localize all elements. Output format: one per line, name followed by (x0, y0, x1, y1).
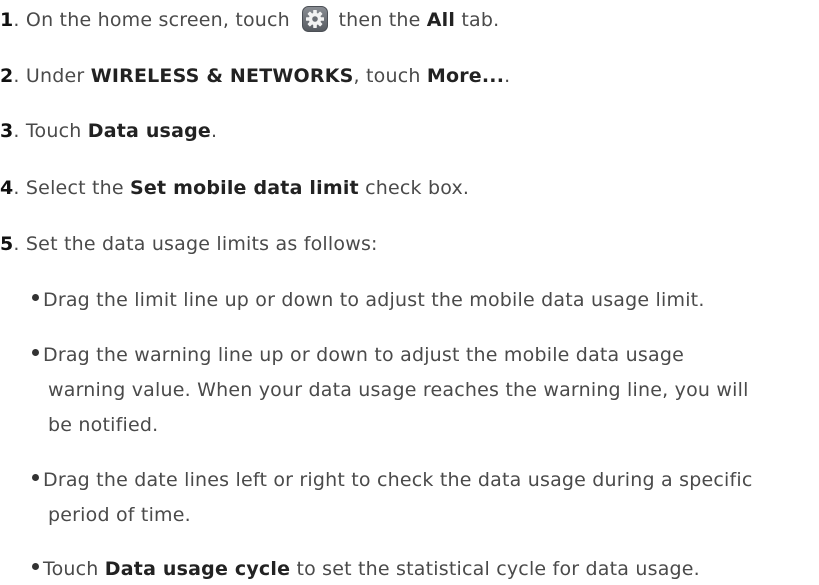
instruction-document: 1. On the home screen, touch then the Al… (0, 0, 819, 585)
step-text: tab. (461, 9, 500, 31)
bullet-icon (32, 563, 39, 570)
bullet-item-data-usage-cycle: Touch Data usage cycle to set the statis… (32, 556, 700, 582)
bullet-item-date-lines: Drag the date lines left or right to che… (32, 467, 753, 493)
step-text: Set the data usage limits as follows: (25, 233, 378, 255)
step-dot: . (13, 120, 20, 142)
bullet-icon (32, 474, 39, 481)
step-number: 5 (0, 233, 14, 255)
step-number: 3 (0, 120, 14, 142)
bullet-text: period of time. (48, 504, 191, 526)
step-dot: . (13, 9, 20, 31)
bullet-icon (32, 349, 39, 356)
bullet-continuation: be notified. (48, 412, 158, 438)
step-dot: . (13, 177, 20, 199)
step-text: Select the (25, 177, 124, 199)
bullet-continuation: period of time. (48, 502, 191, 528)
step-text: check box. (365, 177, 470, 199)
bullet-text: Touch (43, 558, 99, 580)
step-5: 5. Set the data usage limits as follows: (0, 231, 378, 257)
wireless-networks-label: WIRELESS & NETWORKS (90, 65, 354, 87)
bullet-icon (32, 294, 39, 301)
step-dot: . (13, 233, 20, 255)
bullet-text: warning value. When your data usage reac… (48, 379, 749, 401)
step-text: , touch (353, 65, 421, 87)
step-4: 4. Select the Set mobile data limit chec… (0, 175, 469, 201)
step-3: 3. Touch Data usage. (0, 118, 217, 144)
step-2: 2. Under WIRELESS & NETWORKS, touch More… (0, 63, 510, 89)
step-number: 1 (0, 9, 14, 31)
data-usage-cycle-label: Data usage cycle (104, 558, 291, 580)
bullet-text: Drag the warning line up or down to adju… (43, 344, 684, 366)
step-number: 2 (0, 65, 14, 87)
step-text: Touch (25, 120, 82, 142)
step-text: . (504, 65, 511, 87)
all-tab-label: All (426, 9, 456, 31)
set-mobile-data-limit-label: Set mobile data limit (130, 177, 359, 199)
step-dot: . (13, 65, 20, 87)
step-text: Under (25, 65, 85, 87)
bullet-text: Drag the date lines left or right to che… (43, 469, 753, 491)
step-1: 1. On the home screen, touch then the Al… (0, 5, 500, 34)
step-number: 4 (0, 177, 14, 199)
data-usage-label: Data usage (87, 120, 211, 142)
bullet-text: Drag the limit line up or down to adjust… (43, 289, 705, 311)
more-label: More... (426, 65, 505, 87)
bullet-continuation: warning value. When your data usage reac… (48, 377, 749, 403)
step-text: then the (338, 9, 421, 31)
bullet-text: be notified. (48, 414, 159, 436)
step-text: On the home screen, touch (25, 9, 290, 31)
bullet-item-warning-line: Drag the warning line up or down to adju… (32, 342, 684, 368)
settings-gear-icon (302, 5, 329, 32)
step-text: . (210, 120, 218, 142)
bullet-text: to set the statistical cycle for data us… (296, 558, 700, 580)
bullet-item-limit-line: Drag the limit line up or down to adjust… (32, 287, 705, 313)
